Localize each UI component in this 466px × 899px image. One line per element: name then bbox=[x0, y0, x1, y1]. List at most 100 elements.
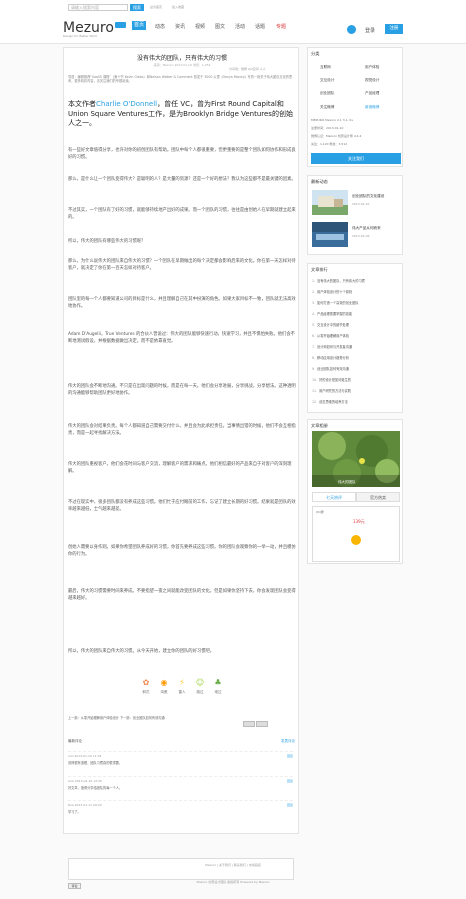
ranking-item[interactable]: 11. 用户研究的方法与实践 bbox=[312, 388, 351, 393]
ranking-item[interactable]: 1. 没有伟大的团队，只有伟大的习惯 bbox=[312, 278, 365, 283]
qq-title: QQ群 bbox=[316, 510, 324, 514]
prev-next-links[interactable]: 上一篇：从零开始理解用户体验设计 下一篇：创业团队如何有效沟通 bbox=[68, 715, 165, 720]
comment-body: 好文章，值得分享给团队的每一个人。 bbox=[68, 786, 123, 790]
ranking-item[interactable]: 10. 好的设计是如何诞生的 bbox=[312, 377, 351, 382]
reaction-shock[interactable]: ⚡ 雷人 bbox=[175, 678, 189, 695]
beta-badge bbox=[115, 22, 126, 28]
news-thumbnail[interactable] bbox=[312, 190, 348, 215]
news-title[interactable]: 创业团队的文化建设 bbox=[352, 194, 384, 199]
search-button[interactable]: 搜索 bbox=[130, 4, 144, 11]
paragraph: 最后，伟大的习惯需要时间来养成。不要指望一夜之间就能改变团队的文化。但是如果你坚… bbox=[68, 589, 296, 602]
sina-weibo-link[interactable]: 新浪微博 bbox=[365, 105, 379, 110]
flower-icon: ✿ bbox=[142, 678, 150, 687]
nav-pictures[interactable]: 图文 bbox=[215, 23, 225, 30]
category-item[interactable]: 用户体验 bbox=[365, 65, 379, 70]
latest-box: 最新动态 创业团队的文化建设 2013-01-10 伟大产品从何而来 2013-… bbox=[307, 175, 403, 255]
comment-body: 学习了。 bbox=[68, 810, 81, 814]
footer-links[interactable]: Mezuro | 关于我们 | 联系我们 | 友情链接 bbox=[0, 863, 466, 867]
weibo-icon[interactable] bbox=[347, 25, 356, 34]
nav-home[interactable]: 首页 bbox=[132, 21, 147, 30]
qq-widget[interactable]: QQ群 139元 bbox=[312, 506, 400, 562]
news-date: 2013-01-09 bbox=[352, 234, 370, 238]
nav-video[interactable]: 视频 bbox=[195, 23, 205, 30]
login-link[interactable]: 登录 bbox=[365, 27, 375, 34]
reaction-sad[interactable]: ♣ 难过 bbox=[211, 678, 225, 695]
nav-events[interactable]: 活动 bbox=[235, 23, 245, 30]
like-button[interactable] bbox=[243, 721, 255, 727]
ranking-item[interactable]: 5. 交互设计中的细节处理 bbox=[312, 322, 349, 327]
category-item[interactable]: 互联网 bbox=[320, 65, 331, 70]
tab-hot-comments[interactable]: 七天热评 bbox=[312, 492, 356, 502]
tagline: Design for Better Work bbox=[63, 34, 98, 38]
follow-us-button[interactable]: 关注我们 bbox=[311, 153, 401, 164]
nav-info[interactable]: 资讯 bbox=[175, 23, 185, 30]
comment-item: Rua 2013-01-11 09:20 回复 学习了。 bbox=[68, 800, 293, 818]
reaction-pass[interactable]: ☺ 路过 bbox=[193, 678, 207, 695]
reply-link[interactable]: 回复 bbox=[287, 754, 293, 758]
comment-item: Arel 2013-01-10 13:45 回复 好文章，值得分享给团队的每一个… bbox=[68, 776, 293, 794]
profile-line: 注册时间：2013-01-10 bbox=[311, 126, 344, 130]
news-thumbnail[interactable] bbox=[312, 222, 348, 247]
lightning-icon: ⚡ bbox=[179, 678, 185, 687]
category-item[interactable]: 创业团队 bbox=[320, 91, 334, 96]
ranking-item[interactable]: 8. 移动应用设计趋势分析 bbox=[312, 355, 349, 360]
profile-line: MEZURO Mezuro 2.1 3.1. 0s bbox=[311, 118, 353, 122]
paragraph: 所以，伟大的团队来自伟大的习惯。从今天开始，建立你的团队的好习惯吧。 bbox=[68, 649, 215, 654]
article-lead: 本文作者Charlie O'Donnell，曾任 VC，曾为First Roun… bbox=[68, 100, 293, 127]
ranking-item[interactable]: 9. 创业团队如何有效沟通 bbox=[312, 366, 349, 371]
ranking-item[interactable]: 7. 设计师如何与开发者沟通 bbox=[312, 344, 352, 349]
paragraph: Adam D'Augelli，True Ventures 的合伙人曾说过：伟大的… bbox=[68, 332, 295, 345]
follow-weibo-link[interactable]: 关注微博 bbox=[320, 105, 334, 110]
category-item[interactable]: 交互设计 bbox=[320, 78, 334, 83]
category-box: 分类 互联网 用户体验 交互设计 视觉设计 创业团队 产品经理 关注微博 新浪微… bbox=[307, 47, 403, 167]
ranking-item[interactable]: 3. 如何打造一个高效的创业团队 bbox=[312, 300, 358, 305]
comment-user: Rua 2013-01-11 09:20 bbox=[68, 803, 102, 807]
author-name: Charlie O'Donnell bbox=[96, 100, 158, 108]
paragraph: 那么，是什么让一个团队变得伟大？是聪明的人？是大量的资源？还是一个好的想法？我认… bbox=[68, 177, 296, 182]
photo-image[interactable] bbox=[312, 431, 400, 487]
news-title[interactable]: 伟大产品从何而来 bbox=[352, 226, 381, 231]
nav-topics[interactable]: 话题 bbox=[255, 23, 265, 30]
paragraph: 所以，伟大的团队有哪些伟大的习惯呢？ bbox=[68, 239, 146, 244]
like-buttons[interactable] bbox=[242, 712, 268, 727]
nav-news[interactable]: 动态 bbox=[155, 23, 165, 30]
ranking-item[interactable]: 4. 产品经理需要掌握的技能 bbox=[312, 311, 352, 316]
ranking-item[interactable]: 2. 用户体验设计的十个原则 bbox=[312, 289, 352, 294]
photo-caption: 伟大的团队 bbox=[338, 480, 356, 484]
comment-item: luol 2013-01-10 11:02 回复 说得很有道理，团队习惯真的很重… bbox=[68, 751, 293, 769]
clover-icon: ♣ bbox=[214, 678, 222, 687]
set-home-link[interactable]: 设为首页 bbox=[150, 5, 162, 9]
category-item[interactable]: 视觉设计 bbox=[365, 78, 379, 83]
reaction-egg[interactable]: ◉ 鸡蛋 bbox=[157, 678, 171, 695]
comments-title: 最新评论 bbox=[68, 739, 82, 743]
reply-link[interactable]: 回复 bbox=[287, 779, 293, 783]
tab-official-sale[interactable]: 官方热卖 bbox=[356, 492, 400, 502]
article-title: 没有伟大的团队，只有伟大的习惯 bbox=[136, 55, 227, 62]
comment-textarea[interactable] bbox=[68, 858, 294, 880]
paragraph: 伟大的团队重视客户。他们会花时间与客户交流，理解客户的需求和痛点。他们相信最好的… bbox=[68, 462, 292, 475]
category-item[interactable]: 产品经理 bbox=[365, 91, 379, 96]
add-favorite-link[interactable]: 加入收藏 bbox=[172, 5, 184, 9]
reaction-flower[interactable]: ✿ 鲜花 bbox=[139, 678, 153, 695]
comments-section: 最新评论 发表评论 luol 2013-01-10 11:02 回复 说得很有道… bbox=[64, 736, 300, 889]
profile-line: 微博认证：Mezuro 创意设计师 4.4.4 bbox=[311, 134, 362, 138]
post-comment-link[interactable]: 发表评论 bbox=[281, 739, 295, 744]
latest-title: 最新动态 bbox=[311, 179, 328, 184]
article-lede: 导语：编辑推荐“SaaSS 课程”（第十节 Kevin Gibbs）和Nelso… bbox=[68, 75, 293, 84]
photo-title: 文章相册 bbox=[311, 423, 328, 428]
nav-special[interactable]: 专题 bbox=[276, 23, 286, 30]
reply-link[interactable]: 回复 bbox=[287, 803, 293, 807]
category-title: 分类 bbox=[311, 51, 320, 56]
register-button[interactable]: 注册 bbox=[385, 24, 403, 34]
profile-line: 关注：1,120 粉丝：3,512 bbox=[311, 142, 348, 146]
reactions: ✿ 鲜花 ◉ 鸡蛋 ⚡ 雷人 ☺ 路过 ♣ 难过 bbox=[139, 678, 229, 702]
ranking-item[interactable]: 12. 创意思维的培养方法 bbox=[312, 399, 348, 404]
article: 没有伟大的团队，只有伟大的习惯 来源：Mezuro 2013-01-10 浏览：… bbox=[63, 47, 300, 889]
ranking-item[interactable]: 6. 从零开始理解用户体验 bbox=[312, 333, 349, 338]
smile-icon: ☺ bbox=[195, 678, 205, 687]
search-input[interactable]: 请输入搜索内容 bbox=[68, 4, 128, 11]
dislike-button[interactable] bbox=[256, 721, 268, 727]
share-links[interactable]: 分享到：微博 QQ空间 人人 bbox=[229, 67, 266, 71]
paragraph: 创始人需要以身作则。如果你希望团队养成好的习惯，你首先要养成这些习惯。你的团队会… bbox=[68, 545, 296, 558]
footer-copyright: Mezuro 创意设计团队 版权所有 Powered by Mezuro bbox=[196, 880, 270, 884]
